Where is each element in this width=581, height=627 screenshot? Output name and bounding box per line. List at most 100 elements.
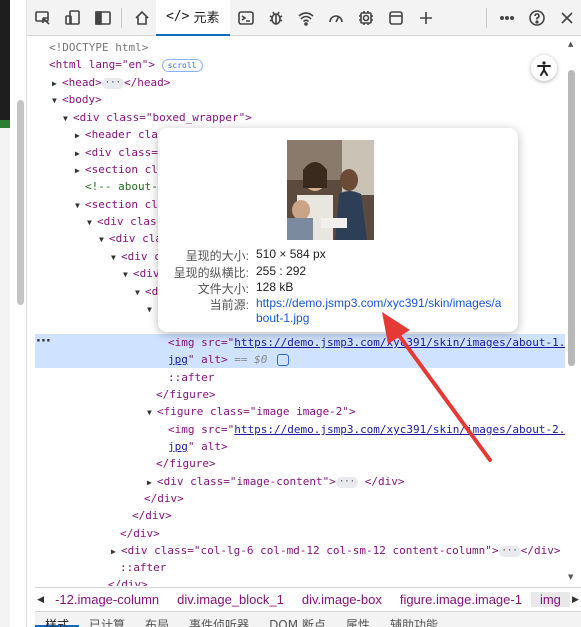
home-icon[interactable]	[128, 4, 156, 32]
dom-line-figure-2[interactable]: ▼ <figure class="image image-2">	[147, 403, 356, 420]
img-1-src-link[interactable]: https://demo.jsmp3.com/xyc391/skin/image…	[234, 336, 565, 349]
dom-line-after-2[interactable]: ::after	[120, 559, 166, 576]
breadcrumb-item[interactable]: div.image_block_1	[168, 592, 293, 607]
file-size-label: 文件大小:	[197, 282, 249, 296]
dom-line-div-1[interactable]: ▼ <div clas	[87, 213, 157, 230]
breadcrumb-left-icon[interactable]: ◀	[35, 594, 46, 605]
dom-line-image-content[interactable]: ▶ <div class="image-content"> ··· </div>	[147, 473, 404, 490]
dom-line-div-5[interactable]: ▼ <d	[135, 283, 158, 300]
performance-icon[interactable]	[322, 4, 350, 32]
dom-line-div-close-1[interactable]: </div>	[144, 490, 184, 507]
dom-line-html[interactable]: <html lang="en"> scroll	[49, 56, 203, 73]
inspect-icon[interactable]	[29, 4, 57, 32]
expand-triangle-icon[interactable]: ▶	[75, 127, 85, 144]
dom-line-img-1-cont[interactable]: jpg" alt> == $0	[35, 351, 565, 368]
devtools-toolbar: </> 元素	[27, 0, 581, 36]
dom-line-doctype[interactable]: <!DOCTYPE html>	[49, 39, 148, 56]
application-icon[interactable]	[382, 4, 410, 32]
more-icon[interactable]	[493, 4, 521, 32]
img-2-src-link-cont[interactable]: jpg	[168, 440, 188, 453]
dom-line-section-2[interactable]: ▼ <section cl	[75, 196, 158, 213]
sidebar-icon[interactable]	[89, 4, 117, 32]
img-1-src-link-cont[interactable]: jpg	[168, 353, 188, 366]
img-2-src-link[interactable]: https://demo.jsmp3.com/xyc391/skin/image…	[234, 423, 565, 436]
dom-line-img-2[interactable]: <img src="https://demo.jsmp3.com/xyc391/…	[168, 421, 565, 438]
row-actions-icon[interactable]: ···	[36, 334, 51, 349]
network-icon[interactable]	[292, 4, 320, 32]
tab-styles[interactable]: 样式	[35, 612, 80, 627]
dom-line-div-close-last[interactable]: </div>	[108, 576, 148, 586]
breadcrumb-item[interactable]: -12.image-column	[46, 592, 168, 607]
left-scrollbar-thumb[interactable]	[17, 100, 24, 305]
dom-line-div-2[interactable]: ▼ <div cla	[99, 230, 162, 247]
expand-triangle-icon[interactable]: ▶	[52, 75, 62, 92]
panel-divider[interactable]	[26, 0, 27, 627]
dom-line-content-column[interactable]: ▶ <div class="col-lg-6 col-md-12 col-sm-1…	[111, 542, 561, 559]
scroll-up-icon[interactable]: ▲	[568, 40, 573, 48]
vertical-scrollbar[interactable]: ▲ ▼	[567, 40, 576, 585]
breadcrumb-item[interactable]: figure.image.image-1	[391, 592, 531, 607]
collapse-triangle-icon[interactable]: ▼	[75, 197, 85, 214]
dom-line-div-close-3[interactable]: </div>	[120, 525, 160, 542]
dom-line-figure-2-close[interactable]: </figure>	[156, 455, 216, 472]
dom-line-boxed-wrapper[interactable]: ▼ <div class="boxed_wrapper">	[63, 109, 252, 126]
expand-triangle-icon[interactable]: ▶	[147, 474, 157, 491]
expand-triangle-icon[interactable]: ▶	[75, 145, 85, 162]
dom-line-after-1[interactable]: ::after	[168, 369, 214, 386]
breadcrumb-right-icon[interactable]: ▶	[570, 594, 581, 605]
current-source-link[interactable]: https://demo.jsmp3.com/xyc391/skin/image…	[256, 296, 506, 326]
close-icon[interactable]	[553, 4, 581, 32]
help-icon[interactable]	[523, 4, 551, 32]
section-tag: <section cl	[85, 198, 158, 211]
ellipsis-badge[interactable]: ···	[335, 476, 359, 488]
collapse-triangle-icon[interactable]: ▼	[123, 266, 133, 283]
collapse-triangle-icon[interactable]: ▼	[135, 284, 145, 301]
tab-event-listeners[interactable]: 事件侦听器	[179, 612, 259, 627]
expand-triangle-icon[interactable]: ▶	[111, 543, 121, 560]
collapse-triangle-icon[interactable]: ▼	[63, 110, 73, 127]
add-tab-icon[interactable]	[412, 4, 440, 32]
current-source-label: 当前源:	[209, 298, 249, 312]
ellipsis-badge[interactable]: ···	[498, 545, 521, 557]
badge-icon[interactable]	[277, 354, 289, 366]
dom-line-body[interactable]: ▼ <body>	[52, 91, 102, 108]
breadcrumb-item-current[interactable]: img	[530, 592, 570, 607]
dom-line-div-3[interactable]: ▼ <div c	[111, 248, 161, 265]
accessibility-icon[interactable]	[531, 55, 557, 81]
collapse-triangle-icon[interactable]: ▼	[147, 301, 157, 318]
tab-layout[interactable]: 布局	[135, 612, 179, 627]
expand-triangle-icon[interactable]: ▶	[75, 162, 85, 179]
collapse-triangle-icon[interactable]: ▼	[111, 249, 121, 266]
collapse-triangle-icon[interactable]: ▼	[99, 231, 109, 248]
tab-elements[interactable]: </> 元素	[156, 0, 230, 36]
tab-properties[interactable]: 属性	[336, 612, 380, 627]
img-tag: <img src="	[168, 336, 235, 349]
device-toggle-icon[interactable]	[59, 4, 87, 32]
debugger-icon[interactable]	[262, 4, 290, 32]
scroll-down-icon[interactable]: ▼	[568, 573, 573, 581]
dom-line-head[interactable]: ▶ <head> ··· </head>	[52, 74, 170, 91]
tab-dom-breakpoints[interactable]: DOM 断点	[259, 612, 336, 627]
collapse-triangle-icon[interactable]: ▼	[147, 404, 157, 421]
div-boxed-tag: <div class="boxed_wrapper">	[73, 111, 252, 124]
dom-line-figure-close[interactable]: </figure>	[156, 386, 216, 403]
breadcrumb-item[interactable]: div.image-box	[293, 592, 391, 607]
console-icon[interactable]	[232, 4, 260, 32]
dom-line-img-1-selected[interactable]: <img src="https://demo.jsmp3.com/xyc391/…	[35, 334, 565, 351]
dom-line-section[interactable]: ▶ <section cl	[75, 161, 158, 178]
settings-icon[interactable]	[352, 4, 380, 32]
dom-line-div[interactable]: ▶ <div class=	[75, 144, 158, 161]
dom-line-header[interactable]: ▶ <header cla	[75, 126, 158, 143]
collapse-triangle-icon[interactable]: ▼	[52, 92, 62, 109]
scrollbar-thumb[interactable]	[568, 70, 575, 366]
dom-line-img-2-cont[interactable]: jpg" alt>	[168, 438, 228, 455]
dom-line-figure-partial[interactable]: ▼	[147, 300, 157, 317]
dom-line-div-close-2[interactable]: </div>	[132, 507, 172, 524]
collapse-triangle-icon[interactable]: ▼	[87, 214, 97, 231]
scroll-badge[interactable]: scroll	[161, 58, 203, 72]
tab-accessibility[interactable]: 辅助功能	[380, 612, 448, 627]
ellipsis-badge[interactable]: ···	[101, 77, 125, 89]
dom-line-div-4[interactable]: ▼ <div	[123, 265, 160, 282]
dom-line-comment[interactable]: <!-- about-	[85, 178, 158, 195]
tab-computed[interactable]: 已计算	[79, 612, 135, 627]
